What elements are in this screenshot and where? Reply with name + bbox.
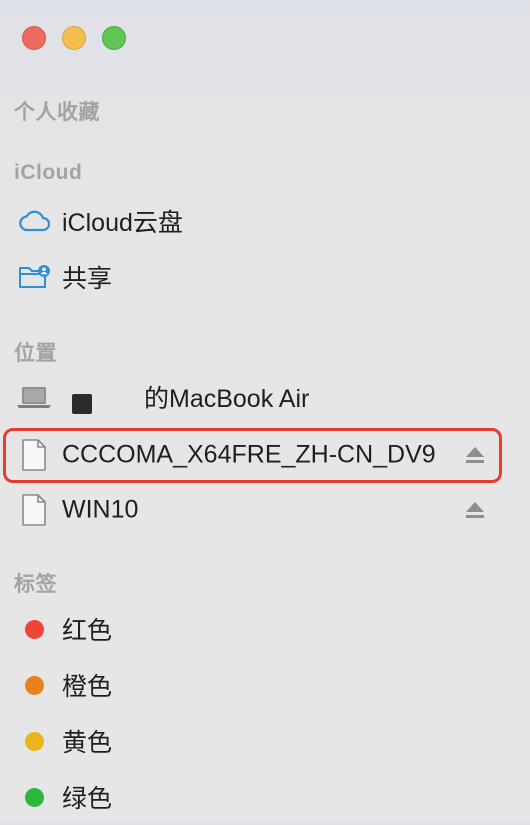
sidebar-item-label: CCCOMA_X64FRE_ZH-CN_DV9 <box>62 440 436 469</box>
green-tag-dot-icon <box>16 779 52 815</box>
sidebar-item-tag-orange[interactable]: 橙色 <box>0 657 530 713</box>
document-icon <box>16 437 52 473</box>
sidebar-item-label: 黄色 <box>62 729 113 757</box>
cloud-icon <box>16 203 52 239</box>
minimize-window-button[interactable] <box>62 26 86 50</box>
sidebar-item-shared[interactable]: 共享 <box>0 249 530 305</box>
sidebar-item-label: 共享 <box>62 265 113 293</box>
sidebar-item-label: iCloud云盘 <box>62 209 183 237</box>
sidebar-item-tag-yellow[interactable]: 黄色 <box>0 713 530 769</box>
yellow-tag-dot-icon <box>16 723 52 759</box>
sidebar-item-icloud-drive[interactable]: iCloud云盘 <box>0 193 530 249</box>
red-tag-dot-icon <box>16 611 52 647</box>
shared-folder-icon <box>16 259 52 295</box>
zoom-window-button[interactable] <box>102 26 126 50</box>
redacted-username <box>62 382 140 420</box>
section-title-icloud: iCloud <box>14 161 83 184</box>
window-controls <box>22 26 126 50</box>
section-title-tags: 标签 <box>14 573 57 596</box>
sidebar-item-label: 的MacBook Air <box>144 385 310 413</box>
sidebar-item-win10-volume[interactable]: WIN10 <box>0 482 530 538</box>
close-window-button[interactable] <box>22 26 46 50</box>
sidebar-item-cccoma-volume[interactable]: CCCOMA_X64FRE_ZH-CN_DV9 <box>0 427 530 483</box>
sidebar-item-label: 红色 <box>62 617 113 645</box>
document-icon <box>16 492 52 528</box>
sidebar-item-label: 橙色 <box>62 673 113 701</box>
eject-icon[interactable] <box>464 445 486 465</box>
sidebar-item-tag-green[interactable]: 绿色 <box>0 769 530 825</box>
sidebar-item-label: 绿色 <box>62 785 113 813</box>
section-title-favorites: 个人收藏 <box>14 101 100 124</box>
section-title-locations: 位置 <box>14 342 57 365</box>
sidebar-item-label: WIN10 <box>62 495 139 524</box>
eject-icon[interactable] <box>464 500 486 520</box>
orange-tag-dot-icon <box>16 667 52 703</box>
sidebar-item-tag-red[interactable]: 红色 <box>0 601 530 657</box>
laptop-icon <box>16 379 52 415</box>
